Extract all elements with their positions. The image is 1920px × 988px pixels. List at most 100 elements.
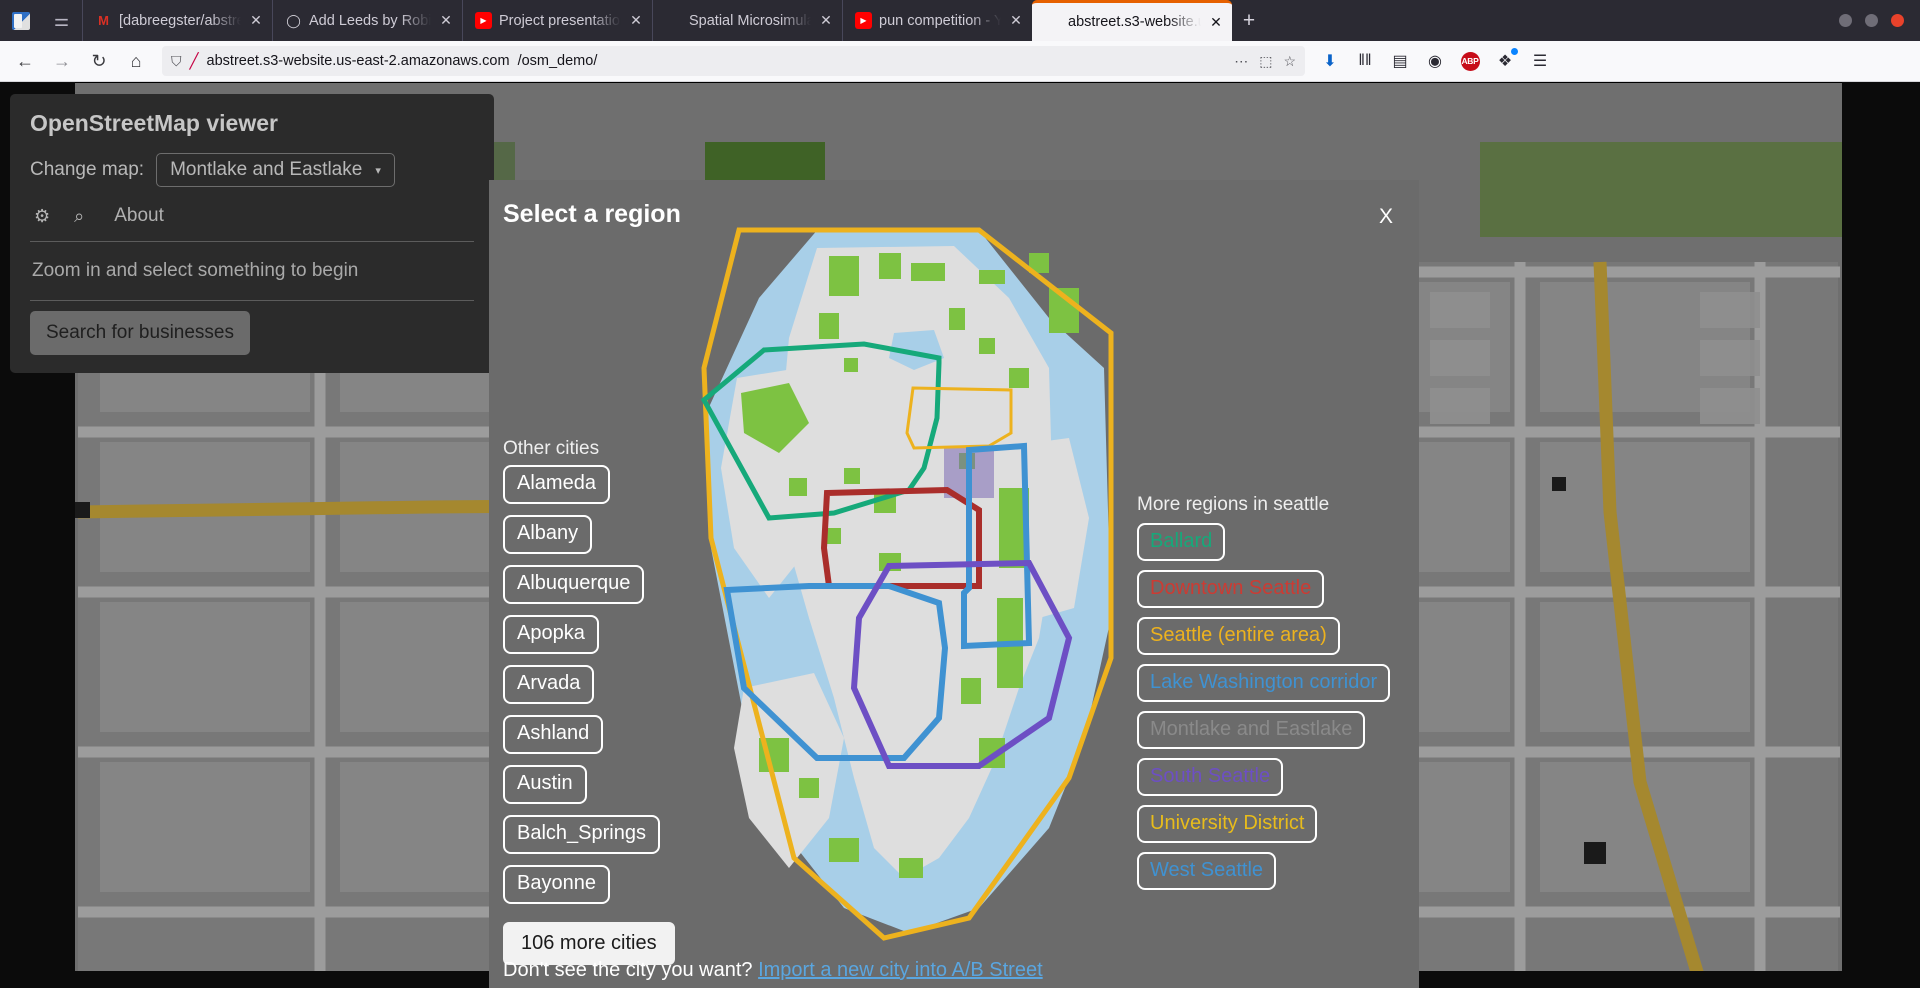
gmail-icon: M — [98, 13, 109, 28]
region-map-svg — [700, 227, 1114, 941]
tab-title: Add Leeds by Robinlovela — [309, 12, 431, 29]
browser-chrome: ⚌ M [dabreegster/abstreet] A ✕ ◯ Add Lee… — [0, 0, 1920, 82]
reload-button[interactable]: ↻ — [82, 44, 116, 78]
window-controls — [1829, 0, 1920, 41]
chevron-down-icon: ▾ — [375, 164, 381, 177]
insecure-lock-icon[interactable]: ╱ — [190, 52, 199, 70]
app-menu-icon[interactable]: ☰ — [1524, 45, 1556, 77]
osm-viewer-panel: OpenStreetMap viewer Change map: Montlak… — [10, 94, 494, 373]
search-businesses-button[interactable]: Search for businesses — [30, 311, 250, 355]
account-icon[interactable]: ◉ — [1419, 45, 1451, 77]
browser-tab[interactable]: M [dabreegster/abstreet] A ✕ — [82, 0, 272, 41]
other-cities-list: Alameda Albany Albuquerque Apopka Arvada… — [503, 465, 675, 965]
city-button-ashland[interactable]: Ashland — [503, 715, 604, 754]
tab-close-icon[interactable]: ✕ — [438, 12, 454, 29]
adblock-plus-icon[interactable]: ABP — [1454, 45, 1486, 77]
browser-tab[interactable]: ▶ Project presentation Sea ✕ — [462, 0, 652, 41]
browser-tab-active[interactable]: abstreet.s3-website.us-east ✕ — [1032, 0, 1232, 41]
url-path: /osm_demo/ — [517, 53, 598, 69]
close-icon[interactable]: X — [1379, 205, 1393, 229]
regions-list: Ballard Downtown Seattle Seattle (entire… — [1137, 523, 1391, 890]
city-button-alameda[interactable]: Alameda — [503, 465, 610, 504]
select-region-dialog: Select a region X Other cities Alameda A… — [489, 180, 1419, 988]
import-question: Don't see the city you want? — [503, 959, 753, 981]
new-tab-button[interactable]: + — [1232, 0, 1266, 41]
generic-page-icon — [1044, 14, 1061, 31]
city-button-balch-springs[interactable]: Balch_Springs — [503, 815, 660, 854]
region-button-south-seattle[interactable]: South Seattle — [1137, 758, 1284, 796]
divider — [30, 300, 474, 301]
page-content: OpenStreetMap viewer Change map: Montlak… — [0, 82, 1920, 988]
navigation-toolbar: ← → ↻ ⌂ ⛉ ╱ abstreet.s3-website.us-east-… — [0, 41, 1920, 82]
more-regions-label: More regions in seattle — [1137, 494, 1330, 515]
browser-tab[interactable]: ◯ Add Leeds by Robinlovela ✕ — [272, 0, 462, 41]
browser-tab[interactable]: ▶ pun competition - YouTub ✕ — [842, 0, 1032, 41]
shield-icon[interactable]: ⛉ — [171, 53, 182, 70]
change-map-row: Change map: Montlake and Eastlake ▾ — [30, 153, 474, 187]
library-icon[interactable]: ‖‖ — [1349, 45, 1381, 77]
canvas-right-edge — [1842, 82, 1920, 988]
map-select-dropdown[interactable]: Montlake and Eastlake ▾ — [156, 153, 395, 187]
tab-title: pun competition - YouTub — [879, 12, 1001, 29]
other-cities-label: Other cities — [503, 438, 600, 459]
gear-icon[interactable]: ⚙ — [34, 206, 50, 227]
tab-title: [dabreegster/abstreet] A — [119, 12, 241, 29]
about-button[interactable]: About — [114, 205, 164, 227]
tab-close-icon[interactable]: ✕ — [818, 12, 834, 29]
tab-title: Spatial Microsimulation with — [689, 12, 811, 29]
page-actions-icon[interactable]: ⋯ — [1234, 53, 1248, 70]
youtube-icon: ▶ — [855, 12, 872, 29]
address-bar[interactable]: ⛉ ╱ abstreet.s3-website.us-east-2.amazon… — [162, 46, 1305, 76]
search-icon[interactable]: ⌕ — [74, 206, 84, 227]
divider — [30, 241, 474, 242]
tab-strip: ⚌ M [dabreegster/abstreet] A ✕ ◯ Add Lee… — [0, 0, 1920, 41]
browser-tab[interactable]: Spatial Microsimulation with ✕ — [652, 0, 842, 41]
region-button-montlake-and-eastlake[interactable]: Montlake and Eastlake — [1137, 711, 1366, 749]
region-button-west-seattle[interactable]: West Seattle — [1137, 852, 1277, 890]
city-button-bayonne[interactable]: Bayonne — [503, 865, 610, 904]
region-button-downtown-seattle[interactable]: Downtown Seattle — [1137, 570, 1325, 608]
region-button-university-district[interactable]: University District — [1137, 805, 1318, 843]
window-close-button[interactable] — [1891, 14, 1904, 27]
bookmark-star-icon[interactable]: ☆ — [1283, 53, 1296, 70]
change-map-label: Change map: — [30, 159, 145, 180]
abp-badge: ABP — [1460, 51, 1480, 71]
puzzle-icon: ⚌ — [53, 11, 70, 30]
tab-title: Project presentation Sea — [499, 12, 621, 29]
city-button-arvada[interactable]: Arvada — [503, 665, 595, 704]
reader-mode-icon[interactable]: ⬚ — [1259, 53, 1272, 70]
city-button-albuquerque[interactable]: Albuquerque — [503, 565, 645, 604]
tab-title: abstreet.s3-website.us-east — [1068, 14, 1201, 30]
hint-text: Zoom in and select something to begin — [32, 260, 359, 281]
generic-page-icon — [665, 12, 682, 29]
region-button-lake-washington-corridor[interactable]: Lake Washington corridor — [1137, 664, 1391, 702]
extensions-puzzle-icon[interactable]: ⚌ — [41, 0, 82, 41]
city-button-apopka[interactable]: Apopka — [503, 615, 599, 654]
city-button-austin[interactable]: Austin — [503, 765, 587, 804]
region-button-seattle-entire-area[interactable]: Seattle (entire area) — [1137, 617, 1340, 655]
home-button[interactable]: ⌂ — [119, 44, 153, 78]
url-host: abstreet.s3-website.us-east-2.amazonaws.… — [206, 53, 510, 69]
tools-row: ⚙ ⌕ About — [30, 203, 474, 237]
extensions-icon[interactable]: ❖ — [1489, 45, 1521, 77]
import-city-row: Don't see the city you want? Import a ne… — [503, 959, 1043, 982]
import-city-link[interactable]: Import a new city into A/B Street — [758, 959, 1043, 981]
system-menu-button[interactable] — [0, 0, 41, 41]
tab-close-icon[interactable]: ✕ — [1008, 12, 1024, 29]
app-icon — [11, 11, 30, 30]
page-title: OpenStreetMap viewer — [30, 110, 278, 136]
city-button-albany[interactable]: Albany — [503, 515, 593, 554]
region-map-thumbnail[interactable] — [649, 218, 1144, 953]
tab-close-icon[interactable]: ✕ — [248, 12, 264, 29]
maximize-button[interactable] — [1865, 14, 1878, 27]
canvas-top-edge — [0, 82, 1920, 83]
back-button[interactable]: ← — [8, 44, 42, 78]
forward-button[interactable]: → — [45, 44, 79, 78]
github-icon: ◯ — [286, 13, 301, 28]
sidebar-icon[interactable]: ▤ — [1384, 45, 1416, 77]
region-button-ballard[interactable]: Ballard — [1137, 523, 1226, 561]
tab-close-icon[interactable]: ✕ — [1208, 14, 1224, 31]
minimize-button[interactable] — [1839, 14, 1852, 27]
tab-close-icon[interactable]: ✕ — [628, 12, 644, 29]
download-icon[interactable]: ⬇ — [1314, 45, 1346, 77]
